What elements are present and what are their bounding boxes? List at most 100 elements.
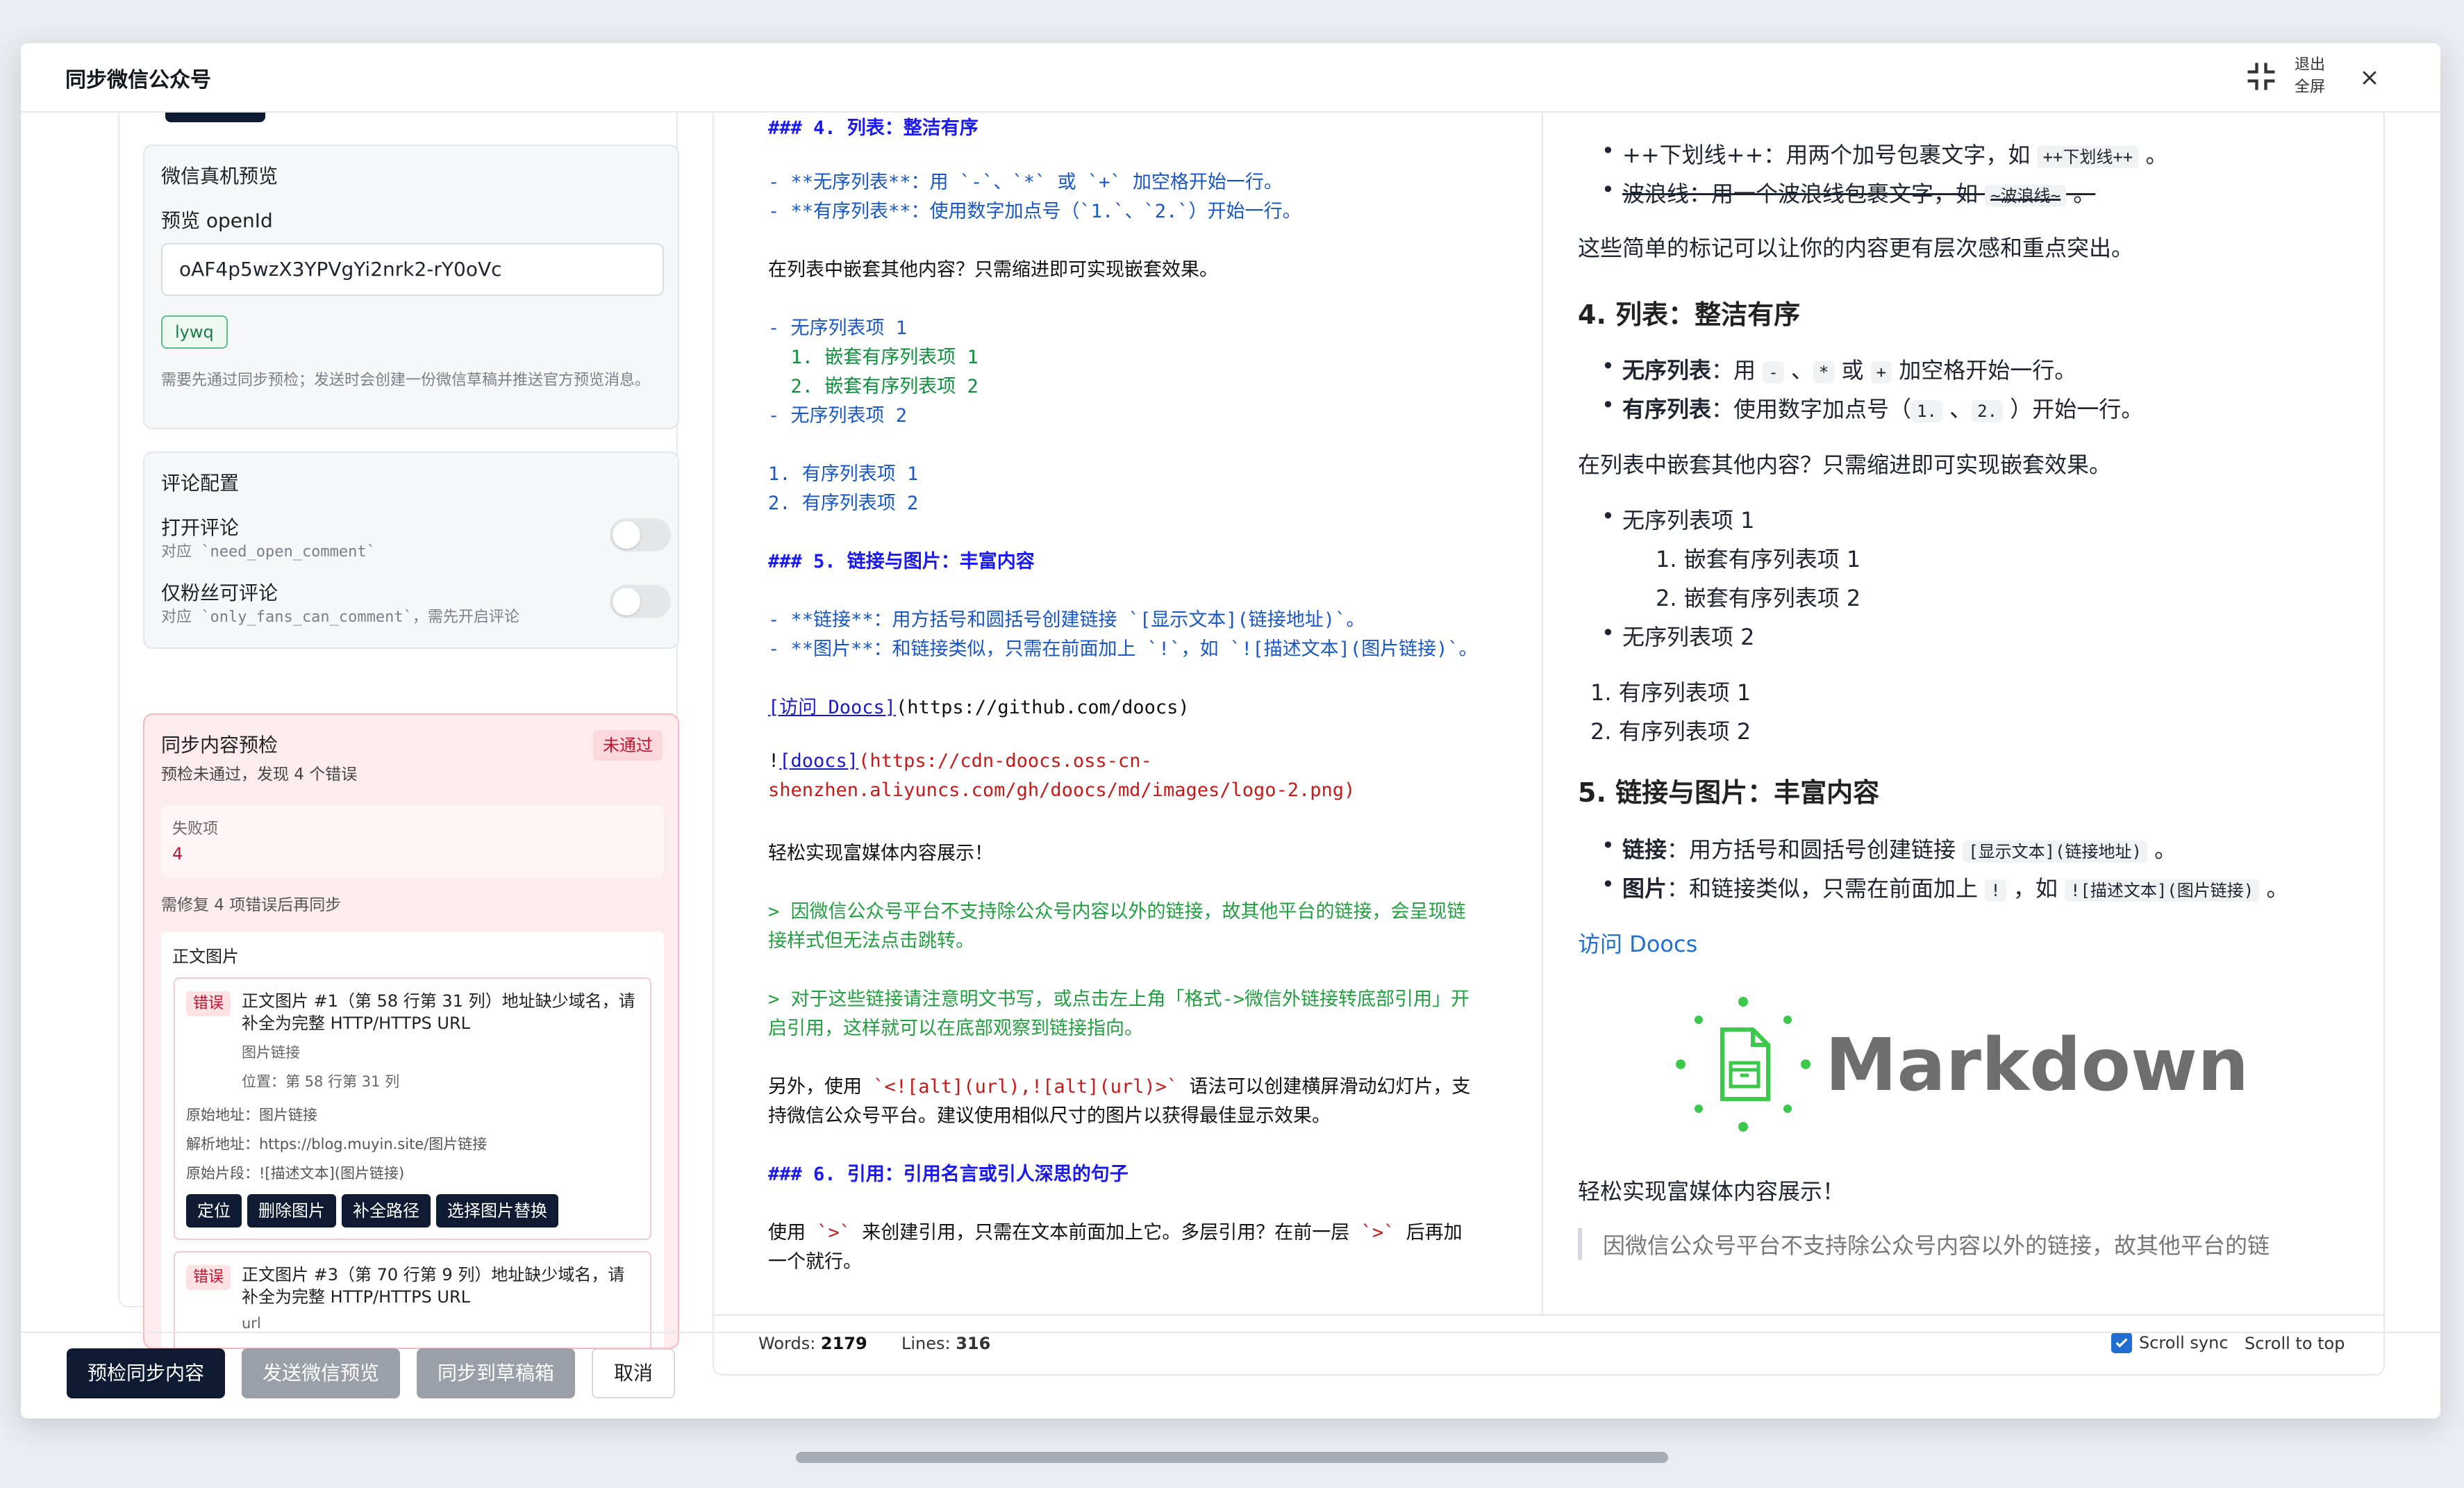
preview-code: ++下划线++ [2037, 146, 2139, 168]
preview-text: 。 [2147, 836, 2177, 863]
code-image-url: (https://cdn-doocs.oss-cn- [858, 750, 1152, 772]
error-meta: url [242, 1315, 261, 1332]
code-line: shenzhen.aliyuncs.com/gh/doocs/md/images… [768, 779, 1356, 801]
sync-draft-button[interactable]: 同步到草稿箱 [417, 1348, 576, 1398]
partially-hidden-button[interactable] [165, 113, 265, 122]
settings-scroll-area: 微信真机预览 预览 openId oAF4p5wzX3YPVgYi2nrk2-r… [118, 113, 679, 1349]
error-resolved-url: 解析地址：https://blog.muyin.site/图片链接 [186, 1136, 488, 1152]
preview-text: ++下划线++：用两个加号包裹文字，如 [1622, 142, 2038, 168]
preview-code: ~波浪线~ [1985, 185, 2067, 207]
fans-comment-sub: 对应 `only_fans_can_comment`，需先开启评论 [161, 609, 519, 626]
preview-pane[interactable]: ++下划线++：用两个加号包裹文字，如 ++下划线++ 。 波浪线：用一个波浪线… [1545, 113, 2383, 1314]
close-button[interactable] [2351, 60, 2388, 96]
fail-count-box: 失败项 4 [161, 805, 664, 877]
preview-bullet: 有序列表：使用数字加点号（1. 、2. ）开始一行。 [1601, 392, 2143, 424]
status-badge: 未通过 [593, 730, 663, 761]
horizontal-scrollbar[interactable] [796, 1452, 1668, 1463]
dialog-footer: 预检同步内容 发送微信预览 同步到草稿箱 取消 [21, 1332, 2440, 1419]
code-line: 2. 有序列表项 2 [768, 493, 919, 514]
code-inline: `>` [817, 1222, 851, 1243]
preview-paragraph: 这些简单的标记可以让你的内容更有层次感和重点突出。 [1578, 235, 2134, 261]
wechat-preview-card: 微信真机预览 预览 openId oAF4p5wzX3YPVgYi2nrk2-r… [143, 144, 679, 429]
code-line: 启引用，这样就可以在底部观察到链接指向。 [768, 1018, 1143, 1039]
preview-heading: 4. 列表：整洁有序 [1578, 299, 1801, 330]
fail-count: 4 [172, 844, 183, 863]
error-position: 位置：第 58 行第 31 列 [242, 1073, 400, 1090]
preview-bullet: 无序列表：用 - 、* 或 + 加空格开始一行。 [1601, 353, 2076, 385]
replace-image-button[interactable]: 选择图片替换 [436, 1194, 558, 1227]
delete-image-button[interactable]: 删除图片 [247, 1194, 336, 1227]
preview-hint: 需要先通过同步预检；发送时会创建一份微信草稿并推送官方预览消息。 [161, 372, 651, 389]
markdown-logo: Markdown [1674, 995, 2249, 1134]
code-text: 另外，使用 [768, 1076, 874, 1098]
exit-fullscreen-button[interactable]: 退出全屏 [2243, 54, 2336, 99]
visit-doocs-link[interactable]: 访问 Doocs [1578, 927, 1697, 959]
exit-fullscreen-icon [2247, 63, 2275, 90]
error-title: 正文图片 #3（第 70 行第 9 列）地址缺少域名，请补全为完整 HTTP/H… [242, 1265, 625, 1307]
preview-bullet: ++下划线++：用两个加号包裹文字，如 ++下划线++ 。 [1601, 138, 2167, 170]
code-line: > 因微信公众号平台不支持除公众号内容以外的链接，故其他平台的链接，会呈现链 [768, 901, 1466, 923]
preview-bullet: 链接：用方括号和圆括号创建链接 [显示文本](链接地址) 。 [1601, 832, 2177, 864]
precheck-summary: 预检未通过，发现 4 个错误 [161, 766, 358, 784]
preview-card-title: 微信真机预览 [161, 165, 278, 188]
cancel-button[interactable]: 取消 [592, 1348, 676, 1398]
code-line: - 无序列表项 1 [768, 317, 908, 339]
code-line: 1. 有序列表项 1 [768, 463, 919, 485]
exit-fullscreen-label: 退出全屏 [2295, 56, 2326, 96]
comment-card-title: 评论配置 [161, 472, 240, 495]
preview-text: ：使用数字加点号（ [1711, 396, 1912, 422]
code-line: 持微信公众号平台。建议使用相似尺寸的图片以获得最佳显示效果。 [768, 1105, 1331, 1127]
code-line: ### 5. 链接与图片：丰富内容 [768, 551, 1035, 572]
fix-notice: 需修复 4 项错误后再同步 [161, 896, 342, 914]
preview-code: 1. [1911, 400, 1942, 422]
code-line: 1. 嵌套有序列表项 1 [768, 347, 979, 368]
code-line: - **有序列表**：使用数字加点号（`1.`、`2.`）开始一行。 [768, 201, 1301, 222]
preview-text: 波浪线：用一个波浪线包裹文字，如 [1622, 181, 1986, 207]
error-title: 正文图片 #1（第 58 行第 31 列）地址缺少域名，请补全为完整 HTTP/… [242, 991, 635, 1033]
preview-text: 、 [1783, 357, 1813, 383]
preview-ordered-item: 2. 有序列表项 2 [1590, 718, 1751, 745]
preview-bold: 无序列表 [1622, 357, 1712, 383]
preview-paragraph: 轻松实现富媒体内容展示！ [1578, 1178, 1845, 1205]
preview-text: ：和链接类似，只需在前面加上 [1667, 875, 1986, 902]
fans-comment-toggle[interactable] [610, 585, 671, 618]
locate-button[interactable]: 定位 [186, 1194, 242, 1227]
close-icon [2363, 71, 2376, 85]
precheck-button[interactable]: 预检同步内容 [67, 1348, 226, 1398]
preview-bold: 链接 [1622, 836, 1667, 863]
code-line: 使用 `>` 来创建引用，只需在文本前面加上它。多层引用？在前一层 `>` 后再… [768, 1217, 1463, 1244]
preview-bullet: 波浪线：用一个波浪线包裹文字，如 ~波浪线~ 。 [1601, 176, 2095, 208]
error-item: 错误 正文图片 #1（第 58 行第 31 列）地址缺少域名，请补全为完整 HT… [174, 977, 651, 1240]
sync-wechat-dialog: 同步微信公众号 退出全屏 微信真机预览 预览 openId oAF4p5wzX3… [21, 43, 2440, 1419]
code-line: > 对于这些链接请注意明文书写，或点击左上角「格式->微信外链接转底部引用」开 [768, 989, 1470, 1010]
preview-text: 或 [1834, 357, 1871, 383]
preview-text: ：用方括号和圆括号创建链接 [1667, 836, 1963, 863]
markdown-editor: ### 4. 列表：整洁有序 - **无序列表**：用 `-`、`*` 或 `+… [713, 113, 2385, 1375]
code-text: 使用 [768, 1222, 817, 1243]
body-image-error-group: 正文图片 错误 正文图片 #1（第 58 行第 31 列）地址缺少域名，请补全为… [161, 932, 664, 1348]
code-line: - **无序列表**：用 `-`、`*` 或 `+` 加空格开始一行。 [768, 172, 1283, 193]
precheck-card: 同步内容预检 未通过 预检未通过，发现 4 个错误 失败项 4 需修复 4 项错… [143, 713, 679, 1349]
preview-text: 、 [1942, 396, 1972, 422]
preview-blockquote: 因微信公众号平台不支持除公众号内容以外的链接，故其他平台的链 [1578, 1228, 2356, 1260]
openid-tag[interactable]: lywq [161, 315, 228, 349]
code-image-alt: [doocs] [779, 750, 859, 772]
open-comment-toggle[interactable] [610, 518, 671, 552]
preview-bullet: 无序列表项 2 [1601, 620, 1754, 652]
code-line: [访问 Doocs](https://github.com/doocs) [768, 692, 1190, 719]
code-line: 轻松实现富媒体内容展示！ [768, 843, 993, 864]
open-comment-sub: 对应 `need_open_comment` [161, 543, 376, 561]
left-settings-panel[interactable]: 微信真机预览 预览 openId oAF4p5wzX3YPVgYi2nrk2-r… [97, 113, 699, 1370]
code-text: 来创建引用，只需在文本前面加上它。多层引用？在前一层 [851, 1222, 1361, 1243]
error-snippet: 原始片段：![描述文本](图片链接) [186, 1165, 405, 1182]
code-editor-pane[interactable]: ### 4. 列表：整洁有序 - **无序列表**：用 `-`、`*` 或 `+… [714, 113, 1543, 1314]
openid-input[interactable]: oAF4p5wzX3YPVgYi2nrk2-rY0oVc [161, 243, 664, 296]
preview-paragraph: 在列表中嵌套其他内容？只需缩进即可实现嵌套效果。 [1578, 452, 2112, 478]
code-text: 语法可以创建横屏滑动幻灯片，支 [1178, 1076, 1471, 1098]
code-text: 后再加 [1395, 1222, 1463, 1243]
openid-label: 预览 openId [161, 209, 273, 232]
error-meta: 图片链接 [242, 1044, 300, 1061]
send-preview-button[interactable]: 发送微信预览 [242, 1348, 401, 1398]
fix-path-button[interactable]: 补全路径 [342, 1194, 431, 1227]
error-original-url: 原始地址：图片链接 [186, 1107, 317, 1123]
